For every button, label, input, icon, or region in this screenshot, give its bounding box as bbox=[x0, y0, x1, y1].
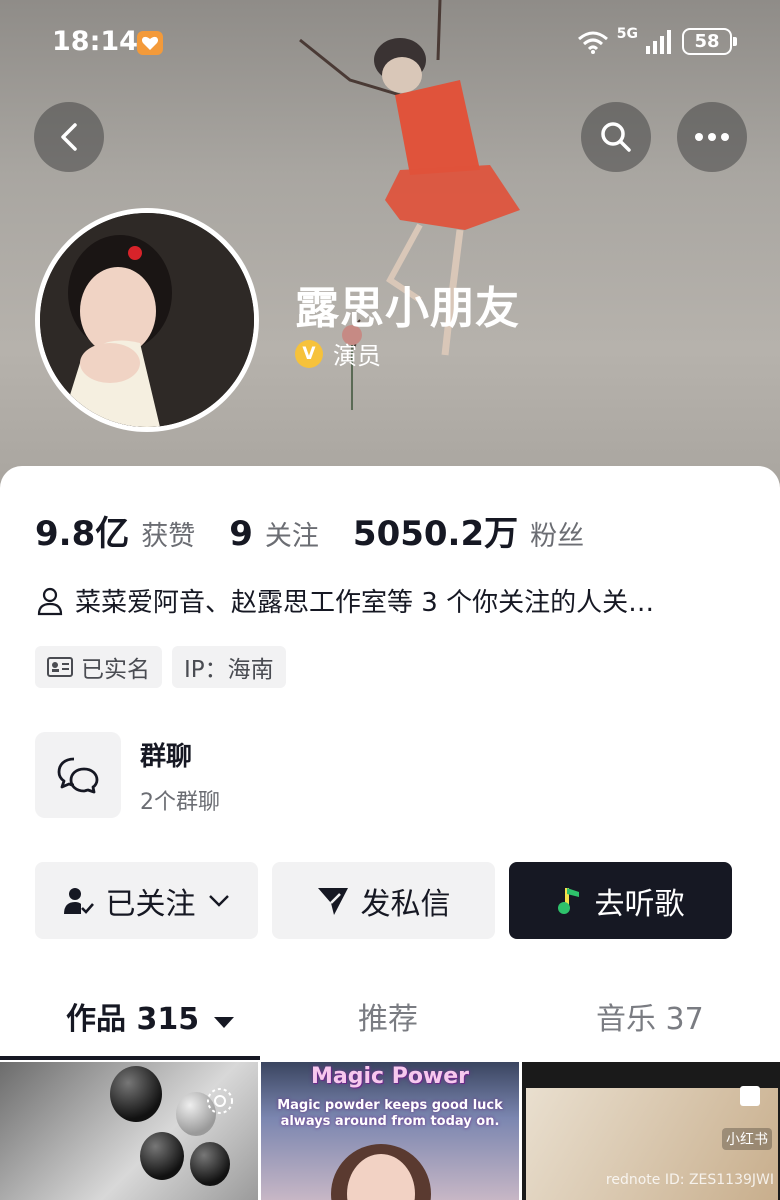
followers-count[interactable]: 5050.2万 bbox=[353, 506, 518, 555]
id-card-icon bbox=[47, 657, 73, 677]
avatar[interactable] bbox=[35, 208, 259, 432]
wifi-icon bbox=[577, 31, 608, 54]
profile-banner: 18:14 5G 58 露思小朋友 V 演员 bbox=[0, 0, 780, 500]
listen-music-label: 去听歌 bbox=[594, 886, 685, 922]
status-time: 18:14 bbox=[52, 26, 138, 57]
battery-indicator: 58 bbox=[682, 28, 737, 55]
following-label: 关注 bbox=[264, 521, 319, 552]
group-chat-entry[interactable]: 群聊 2个群聊 bbox=[35, 732, 745, 820]
person-icon bbox=[37, 587, 63, 615]
balloon-shape bbox=[190, 1142, 230, 1186]
music-note-icon bbox=[557, 887, 579, 914]
system-icons: 5G 58 bbox=[577, 25, 737, 55]
battery-level: 58 bbox=[694, 31, 720, 52]
following-button[interactable]: 已关注 bbox=[35, 862, 258, 939]
tab-works-label: 作品 315 bbox=[66, 1002, 200, 1037]
video-thumbnail[interactable]: Magic Power Magic powder keeps good luck… bbox=[261, 1062, 519, 1200]
heart-app-icon bbox=[137, 31, 163, 55]
profile-tags: 已实名 IP：海南 bbox=[35, 646, 286, 688]
tab-works[interactable]: 作品 315 bbox=[66, 994, 234, 1038]
chevron-down-icon bbox=[208, 894, 229, 907]
tab-music[interactable]: 音乐 37 bbox=[596, 994, 704, 1038]
thumbnail-title: Magic Power bbox=[310, 1064, 470, 1089]
video-thumbnail[interactable] bbox=[0, 1062, 258, 1200]
network-type: 5G bbox=[616, 25, 638, 42]
chevron-left-icon bbox=[61, 123, 77, 151]
followers-label: 粉丝 bbox=[530, 521, 585, 552]
live-photo-icon bbox=[207, 1088, 233, 1114]
content-tabs: 作品 315 推荐 音乐 37 bbox=[0, 994, 780, 1060]
group-chat-title: 群聊 bbox=[140, 742, 193, 772]
back-button[interactable] bbox=[34, 102, 104, 172]
group-chat-icon-box bbox=[35, 732, 121, 818]
tab-recommend[interactable]: 推荐 bbox=[358, 994, 418, 1038]
group-chat-count: 2个群聊 bbox=[140, 790, 220, 815]
profile-card: 9.8亿 获赞 9 关注 5050.2万 粉丝 菜菜爱阿音、赵露思工作室等 3 … bbox=[0, 466, 780, 1200]
likes-label: 获赞 bbox=[141, 521, 196, 552]
more-options-button[interactable] bbox=[677, 102, 747, 172]
multi-image-icon bbox=[740, 1086, 760, 1106]
watermark-text: rednote ID: ZES1139JWI bbox=[605, 1172, 774, 1188]
status-bar: 18:14 5G 58 bbox=[0, 0, 780, 88]
balloon-shape bbox=[140, 1132, 184, 1180]
following-count[interactable]: 9 bbox=[229, 514, 253, 554]
action-buttons: 已关注 发私信 去听歌 bbox=[35, 862, 732, 939]
search-button[interactable] bbox=[581, 102, 651, 172]
likes-count[interactable]: 9.8亿 bbox=[35, 506, 129, 555]
mutual-follows-text: 菜菜爱阿音、赵露思工作室等 3 个你关注的人关… bbox=[75, 588, 655, 618]
balloon-shape bbox=[110, 1066, 162, 1122]
caret-down-icon bbox=[213, 1017, 234, 1028]
profile-nickname: 露思小朋友 bbox=[295, 283, 520, 334]
message-button-label: 发私信 bbox=[360, 886, 451, 922]
works-grid: Magic Power Magic powder keeps good luck… bbox=[0, 1062, 780, 1200]
rednote-badge: 小红书 bbox=[722, 1128, 772, 1150]
ip-location-tag: IP：海南 bbox=[172, 646, 286, 688]
signal-icon bbox=[646, 29, 671, 54]
active-tab-indicator bbox=[0, 1056, 260, 1060]
video-thumbnail[interactable]: 小红书 rednote ID: ZES1139JWI bbox=[522, 1062, 780, 1200]
thumbnail-subtitle: Magic powder keeps good luck always arou… bbox=[277, 1098, 503, 1129]
chat-bubbles-icon bbox=[57, 757, 99, 794]
listen-music-button[interactable]: 去听歌 bbox=[509, 862, 732, 939]
real-name-tag: 已实名 bbox=[35, 646, 162, 688]
send-icon bbox=[317, 887, 348, 915]
verified-row: V 演员 bbox=[295, 336, 381, 371]
message-button[interactable]: 发私信 bbox=[272, 862, 495, 939]
verified-label: 演员 bbox=[333, 342, 381, 370]
ip-location-label: IP：海南 bbox=[184, 657, 274, 683]
mutual-follows[interactable]: 菜菜爱阿音、赵露思工作室等 3 个你关注的人关… bbox=[35, 582, 654, 619]
thumbnail-portrait bbox=[331, 1144, 431, 1200]
real-name-label: 已实名 bbox=[81, 657, 150, 683]
following-button-label: 已关注 bbox=[105, 886, 196, 922]
profile-stats: 9.8亿 获赞 9 关注 5050.2万 粉丝 bbox=[35, 506, 618, 555]
avatar-photo bbox=[40, 213, 254, 427]
verified-badge-icon: V bbox=[295, 339, 323, 368]
search-icon bbox=[601, 122, 631, 152]
more-icon bbox=[695, 133, 729, 141]
user-check-icon bbox=[63, 887, 94, 914]
